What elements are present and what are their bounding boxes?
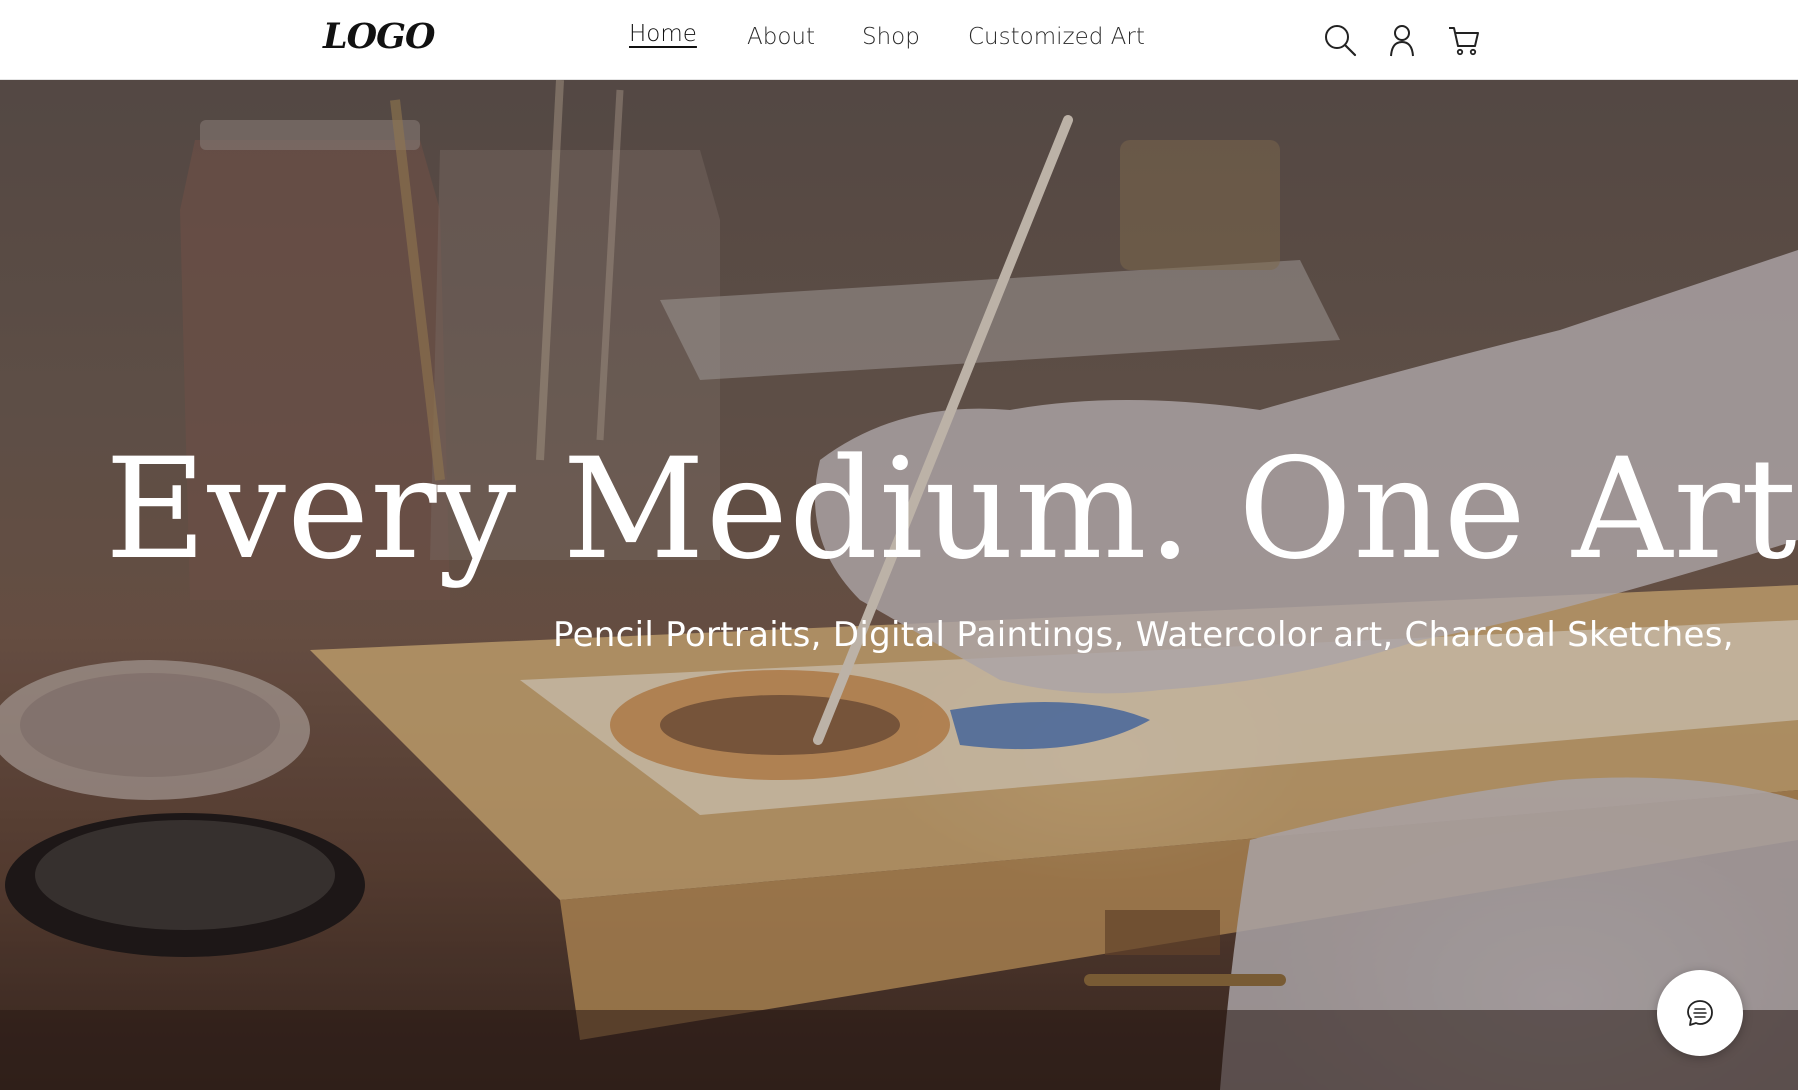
chat-icon <box>1687 1000 1713 1026</box>
search-icon[interactable] <box>1322 22 1358 58</box>
nav-home[interactable]: Home <box>629 21 697 47</box>
account-icon[interactable] <box>1384 22 1420 58</box>
chat-button[interactable] <box>1657 970 1743 1056</box>
site-header: LOGO Home About Shop Customized Art <box>0 0 1798 80</box>
hero-subtitle: Pencil Portraits, Digital Paintings, Wat… <box>553 615 1734 655</box>
cart-icon[interactable] <box>1446 22 1482 58</box>
hero-title: Every Medium. One Artist <box>105 428 1798 590</box>
nav-about[interactable]: About <box>747 24 815 50</box>
nav-shop[interactable]: Shop <box>862 24 920 50</box>
logo[interactable]: LOGO <box>323 16 435 57</box>
nav-customized-art[interactable]: Customized Art <box>968 24 1145 50</box>
hero-section: Every Medium. One Artist Pencil Portrait… <box>0 80 1798 1090</box>
